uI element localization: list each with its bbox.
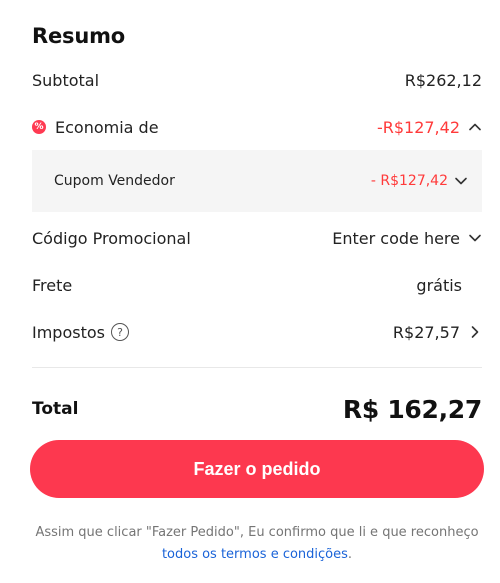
- shipping-row: Frete grátis: [32, 273, 482, 297]
- taxes-value: R$27,57: [392, 322, 460, 342]
- seller-coupon-value-group: - R$127,42: [371, 173, 468, 189]
- seller-coupon-value: - R$127,42: [370, 173, 448, 189]
- subtotal-row: Subtotal R$262,12: [32, 68, 482, 92]
- chevron-up-icon[interactable]: [468, 120, 482, 134]
- promo-code-value-group: Enter code here: [332, 229, 482, 248]
- terms-notice: Assim que clicar "Fazer Pedido", Eu conf…: [30, 522, 484, 566]
- savings-details-panel: Cupom Vendedor - R$127,42: [32, 150, 482, 212]
- taxes-row[interactable]: Impostos ? R$27,57: [32, 320, 482, 344]
- discount-badge-icon: %: [32, 120, 46, 134]
- savings-value: -R$127,42: [376, 117, 460, 137]
- seller-coupon-label: Cupom Vendedor: [54, 173, 175, 189]
- summary-title: Resumo: [32, 24, 125, 48]
- shipping-value: grátis: [416, 275, 462, 295]
- savings-label-group: % Economia de: [32, 118, 159, 137]
- chevron-down-icon[interactable]: [454, 174, 468, 188]
- savings-value-group: -R$127,42: [377, 118, 482, 137]
- taxes-value-group: R$27,57: [393, 323, 482, 342]
- summary-divider: [32, 367, 482, 368]
- seller-coupon-row[interactable]: Cupom Vendedor - R$127,42: [54, 170, 468, 192]
- total-row: Total R$ 162,27: [32, 392, 482, 426]
- taxes-label: Impostos: [32, 322, 105, 342]
- subtotal-value: R$262,12: [404, 70, 482, 90]
- subtotal-label: Subtotal: [32, 70, 100, 90]
- terms-link[interactable]: todos os termos e condições: [162, 547, 348, 562]
- chevron-right-icon[interactable]: [468, 325, 482, 339]
- question-circle-icon[interactable]: ?: [110, 323, 129, 341]
- promo-code-row[interactable]: Código Promocional Enter code here: [32, 226, 482, 250]
- terms-notice-text: Assim que clicar "Fazer Pedido", Eu conf…: [35, 525, 479, 540]
- shipping-label: Frete: [32, 275, 73, 295]
- total-label: Total: [32, 399, 79, 419]
- savings-label: Economia de: [55, 117, 159, 137]
- place-order-button[interactable]: Fazer o pedido: [30, 440, 484, 498]
- terms-notice-end: .: [347, 547, 353, 562]
- savings-row[interactable]: % Economia de -R$127,42: [32, 115, 482, 139]
- chevron-down-icon[interactable]: [468, 231, 482, 245]
- promo-code-label: Código Promocional: [32, 228, 191, 248]
- total-value: R$ 162,27: [342, 394, 482, 424]
- taxes-label-group: Impostos ?: [32, 323, 129, 342]
- promo-code-placeholder[interactable]: Enter code here: [332, 229, 460, 248]
